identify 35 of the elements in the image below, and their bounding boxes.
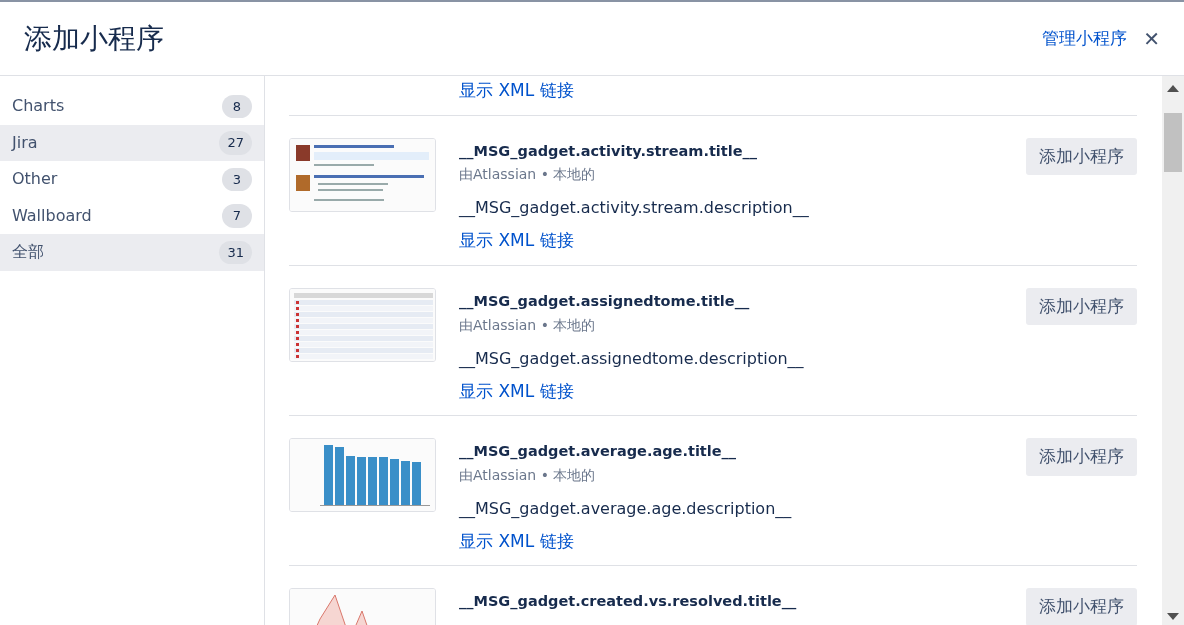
category-item[interactable]: Charts 8 bbox=[0, 88, 264, 125]
count-badge: 7 bbox=[222, 204, 252, 228]
category-item[interactable]: 全部 31 bbox=[0, 234, 264, 271]
gadget-title: __MSG_gadget.activity.stream.title__ bbox=[459, 141, 759, 162]
gadget-title: __MSG_gadget.average.age.title__ bbox=[459, 442, 738, 462]
dialog-title: 添加小程序 bbox=[24, 21, 164, 56]
manage-gadgets-link[interactable]: 管理小程序 bbox=[1042, 25, 1128, 52]
add-gadget-button[interactable]: 添加小程序 bbox=[1026, 137, 1137, 175]
scrollbar[interactable] bbox=[1162, 76, 1184, 625]
scroll-down-icon[interactable] bbox=[1167, 613, 1179, 621]
gadget-author: 由Atlassian • 本地的 bbox=[459, 465, 597, 485]
gadget-author: 由Atlassian • 本地的 bbox=[459, 165, 597, 185]
scroll-up-icon[interactable] bbox=[1167, 84, 1179, 92]
count-badge: 3 bbox=[222, 167, 252, 191]
add-gadget-button[interactable]: 添加小程序 bbox=[1026, 438, 1137, 476]
count-badge: 31 bbox=[219, 240, 252, 264]
gadget-title: __MSG_gadget.created.vs.resolved.title__ bbox=[459, 592, 798, 612]
gadget-description: __MSG_gadget.average.age.description__ bbox=[459, 497, 793, 521]
count-badge: 8 bbox=[222, 94, 252, 118]
gadget-description: __MSG_gadget.activity.stream.description__ bbox=[459, 197, 810, 220]
gadget-description: __MSG_gadget.assignedtome.description__ bbox=[459, 347, 805, 371]
add-gadget-button[interactable]: 添加小程序 bbox=[1026, 588, 1137, 625]
close-button[interactable]: ✕ bbox=[1143, 28, 1160, 49]
show-xml-link[interactable]: 显示 XML 链接 bbox=[459, 528, 574, 555]
show-xml-link[interactable]: 显示 XML 链接 bbox=[459, 228, 574, 254]
scrollbar-thumb[interactable] bbox=[1164, 113, 1182, 172]
gadget-title: __MSG_gadget.assignedtome.title__ bbox=[459, 291, 751, 312]
count-badge: 27 bbox=[219, 131, 252, 155]
category-item[interactable]: Wallboard 7 bbox=[0, 197, 264, 234]
category-item[interactable]: Jira 27 bbox=[0, 124, 264, 161]
show-xml-link[interactable]: 显示 XML 链接 bbox=[459, 378, 574, 404]
category-item[interactable]: Other 3 bbox=[0, 161, 264, 198]
show-xml-link[interactable]: 显示 XML 链接 bbox=[459, 78, 574, 104]
gadget-author: 由Atlassian • 本地的 bbox=[459, 315, 597, 335]
add-gadget-button[interactable]: 添加小程序 bbox=[1026, 287, 1137, 326]
